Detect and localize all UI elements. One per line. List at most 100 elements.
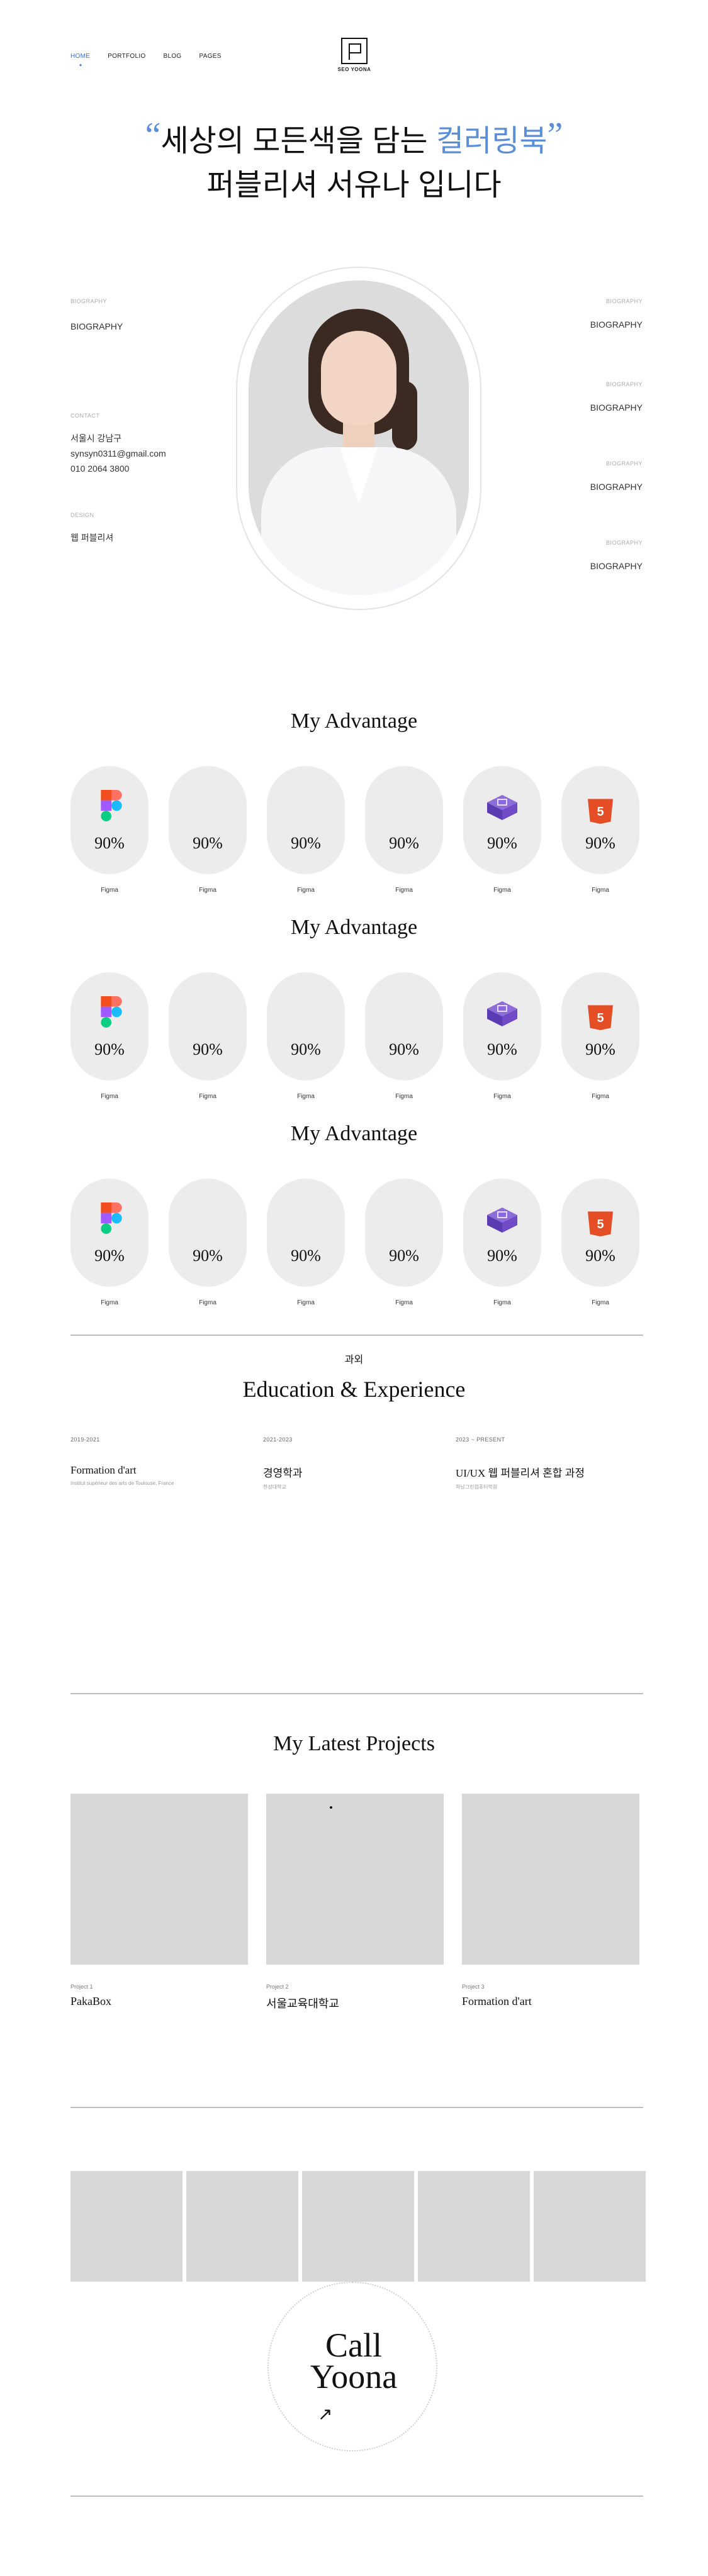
project-name[interactable]: PakaBox [70,1995,248,2008]
project-name[interactable]: Formation d'art [462,1995,639,2008]
skill-percent: 90% [291,1246,321,1265]
skill-card[interactable]: 90% Figma [365,972,443,1100]
skill-card[interactable]: 90% Figma [70,1179,149,1306]
bio-right-value-3: BIOGRAPHY [590,482,643,492]
skill-pill: 90% [267,972,345,1080]
education-item-sub: Institut supérieur des arts de Toulouse,… [70,1480,174,1486]
skill-label: Figma [493,887,511,894]
figma-icon [99,790,124,821]
skill-card[interactable]: 90% Figma [463,766,541,894]
html5-icon: HTML 5 [588,1005,613,1030]
project-name[interactable]: 서울교육대학교 [266,1995,444,2011]
project-card[interactable]: Project 1 PakaBox [70,1794,248,2008]
skill-pill: 90% [365,972,443,1080]
call-line2: Yoona [310,2358,398,2396]
skill-card[interactable]: 90% Figma [463,1179,541,1306]
skill-card[interactable]: 90% Figma [169,766,247,894]
skill-pill: 90% [463,972,541,1080]
skill-card[interactable]: 90% Figma [169,972,247,1100]
gallery-image[interactable] [302,2171,414,2282]
skill-card[interactable]: HTML 5 90% Figma [561,1179,639,1306]
arrow-up-right-icon: ↗ [318,2404,333,2424]
project-label: Project 2 [266,1984,289,1990]
skill-percent: 90% [291,834,321,852]
skill-card[interactable]: 90% Figma [463,972,541,1100]
skill-percent: 90% [193,834,223,852]
skill-pill: 90% [267,1179,345,1287]
skill-label: Figma [199,1299,216,1306]
project-label: Project 1 [70,1984,93,1990]
skill-pill: HTML 5 90% [561,766,639,874]
contact-email[interactable]: synsyn0311@gmail.com [70,447,166,460]
education-date: 2019-2021 [70,1436,100,1443]
skill-card[interactable]: 90% Figma [267,972,345,1100]
skill-percent: 90% [291,1040,321,1058]
skill-percent: 90% [193,1246,223,1265]
contact-phone[interactable]: 010 2064 3800 [70,462,129,475]
bio-left-value-1: BIOGRAPHY [70,321,123,331]
skill-percent: 90% [487,834,517,852]
call-text: Call Yoona [269,2328,439,2396]
bio-right-label-4: BIOGRAPHY [605,540,643,546]
project-thumbnail[interactable] [266,1794,444,1965]
skill-label: Figma [101,1093,118,1100]
skill-card[interactable]: 90% Figma [365,766,443,894]
bio-right-value-1: BIOGRAPHY [590,319,643,330]
skill-pill: 90% [70,766,149,874]
skill-card[interactable]: 90% Figma [70,766,149,894]
bio-left-label-2: CONTACT [70,413,100,419]
bio-left-value-3: 웹 퍼블리셔 [70,533,114,543]
skill-percent: 90% [389,834,419,852]
skill-label: Figma [199,1093,216,1100]
advantage-title: My Advantage [290,916,418,939]
education-date: 2023 ~ PRESENT [456,1436,505,1443]
skill-label: Figma [493,1299,511,1306]
nav-pages[interactable]: PAGES [199,53,222,60]
skill-label: Figma [395,887,413,894]
gallery-image[interactable] [186,2171,298,2282]
skill-label: Figma [297,1299,315,1306]
nav-blog[interactable]: BLOG [164,53,182,60]
education-item-title: UI/UX 웹 퍼블리셔 혼합 과정 [456,1467,585,1479]
divider [70,1693,643,1694]
skill-card[interactable]: HTML 5 90% Figma [561,972,639,1100]
education-item-sub: 하남그린컴퓨터학원 [456,1484,498,1490]
project-thumbnail[interactable] [462,1794,639,1965]
skill-percent: 90% [585,1040,615,1058]
skill-card[interactable]: 90% Figma [267,1179,345,1306]
bio-left-label-1: BIOGRAPHY [70,298,108,304]
project-card[interactable]: Project 2 서울교육대학교 [266,1794,444,2011]
education-item: 2019-2021 Formation d'art Institut supér… [70,1436,247,1486]
call-yoona-button[interactable]: Call Yoona ↗ [267,2282,437,2451]
skill-percent: 90% [94,1246,125,1265]
project-thumbnail[interactable] [70,1794,248,1965]
portrait-photo [249,280,469,595]
html5-icon: HTML 5 [588,799,613,824]
skill-card[interactable]: 90% Figma [169,1179,247,1306]
gallery-image[interactable] [534,2171,646,2282]
skill-pill: 90% [267,766,345,874]
divider [70,1335,643,1336]
skill-pill: 90% [169,972,247,1080]
skill-pill: 90% [169,766,247,874]
education-date: 2021-2023 [263,1436,293,1443]
nav-home[interactable]: HOME [70,53,90,60]
skill-card[interactable]: 90% Figma [365,1179,443,1306]
skill-card[interactable]: HTML 5 90% Figma [561,766,639,894]
skill-pill: 90% [169,1179,247,1287]
skill-label: Figma [592,1093,609,1100]
education-item: 2021-2023 경영학과 한성대학교 [263,1436,439,1491]
project-card[interactable]: Project 3 Formation d'art [462,1794,639,2008]
nav-portfolio[interactable]: PORTFOLIO [108,53,145,60]
purple-cube-icon [486,1206,519,1234]
gallery-image[interactable] [70,2171,183,2282]
gallery-image[interactable] [418,2171,530,2282]
skill-percent: 90% [585,834,615,852]
hero-line1-prefix: 세상의 모든색을 담는 [160,125,436,158]
skill-card[interactable]: 90% Figma [267,766,345,894]
bio-right-label-3: BIOGRAPHY [605,460,643,467]
logo[interactable]: SEO YOONA [337,38,371,72]
hero-line1-accent: 컬러링북 [435,125,548,158]
skill-card[interactable]: 90% Figma [70,972,149,1100]
skill-label: Figma [101,1299,118,1306]
